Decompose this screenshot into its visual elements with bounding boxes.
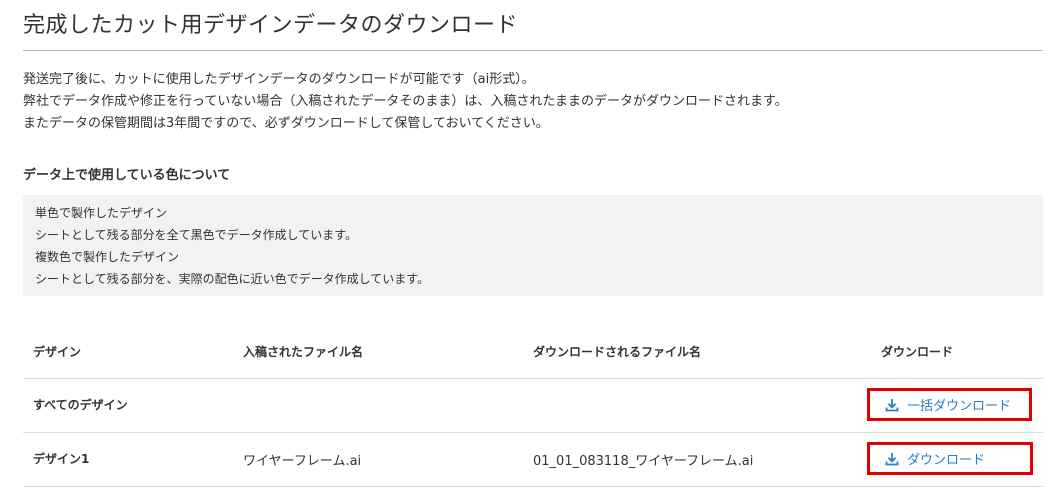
download-label: ダウンロード: [907, 453, 986, 468]
table-header: デザイン 入稿されたファイル名 ダウンロードされるファイル名 ダウンロード: [23, 336, 1043, 379]
color-info-box: 単色で製作したデザイン シートとして残る部分を全て黒色でデータ作成しています。 …: [23, 195, 1043, 296]
bulk-download-label: 一括ダウンロード: [907, 399, 1012, 414]
intro-line: 発送完了後に、カットに使用したデザインデータのダウンロードが可能です（ai形式）…: [23, 72, 535, 87]
intro-text: 発送完了後に、カットに使用したデザインデータのダウンロードが可能です（ai形式）…: [23, 69, 788, 135]
title-divider: [23, 50, 1043, 51]
table-row: デザイン1 ワイヤーフレーム.ai 01_01_083118_ワイヤーフレーム.…: [23, 433, 1043, 487]
download-page: 完成したカット用デザインデータのダウンロード 発送完了後に、カットに使用したデザ…: [0, 0, 1064, 504]
color-info-line: 複数色で製作したデザイン: [35, 250, 180, 264]
header-design: デザイン: [33, 345, 82, 359]
bulk-download-button[interactable]: 一括ダウンロード: [867, 388, 1032, 421]
header-download: ダウンロード: [881, 345, 954, 359]
table-row: すべてのデザイン 一括ダウンロード: [23, 379, 1043, 433]
design-name: デザイン1: [33, 452, 90, 466]
color-info-line: シートとして残る部分を、実際の配色に近い色でデータ作成しています。: [35, 272, 430, 286]
download-button[interactable]: ダウンロード: [867, 442, 1033, 475]
uploaded-file-name: ワイヤーフレーム.ai: [243, 454, 362, 469]
page-title: 完成したカット用デザインデータのダウンロード: [23, 13, 519, 38]
design-name: すべてのデザイン: [33, 398, 128, 412]
color-section-heading: データ上で使用している色について: [23, 168, 231, 183]
download-icon: [885, 398, 899, 411]
download-icon: [885, 452, 899, 465]
intro-line: 弊社でデータ作成や修正を行っていない場合（入稿されたデータそのまま）は、入稿され…: [23, 94, 788, 109]
header-download-file: ダウンロードされるファイル名: [533, 345, 702, 359]
header-uploaded-file: 入稿されたファイル名: [243, 345, 364, 359]
color-info-line: 単色で製作したデザイン: [35, 206, 168, 220]
color-info-line: シートとして残る部分を全て黒色でデータ作成しています。: [35, 228, 358, 242]
download-file-name: 01_01_083118_ワイヤーフレーム.ai: [533, 454, 754, 469]
intro-line: またデータの保管期間は3年間ですので、必ずダウンロードして保管しておいてください…: [23, 116, 549, 131]
